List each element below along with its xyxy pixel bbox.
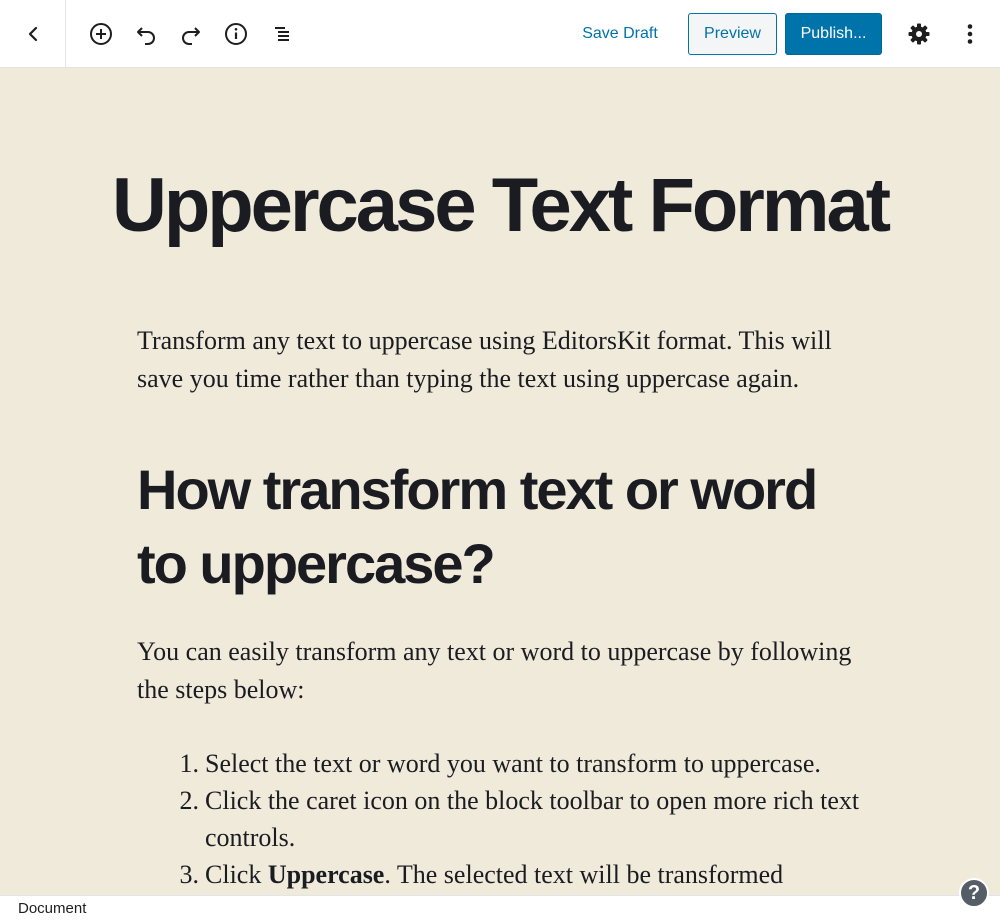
info-icon xyxy=(225,23,247,45)
list-item-rest: . The selected text will be transformed xyxy=(384,860,784,889)
editor-footer: Document xyxy=(0,895,1000,922)
list-item: 2. Click the caret icon on the block too… xyxy=(137,782,877,856)
plus-circle-icon xyxy=(90,23,112,45)
intro-paragraph[interactable]: Transform any text to uppercase using Ed… xyxy=(137,322,877,398)
redo-button[interactable] xyxy=(175,18,207,50)
redo-icon xyxy=(182,27,200,45)
undo-button[interactable] xyxy=(130,18,162,50)
settings-button[interactable] xyxy=(903,18,935,50)
undo-icon xyxy=(137,27,155,45)
section-heading[interactable]: How transform text or word to uppercase? xyxy=(137,453,877,601)
list-item-text: Click Uppercase. The selected text will … xyxy=(205,856,877,893)
more-options-button[interactable] xyxy=(954,18,986,50)
editor-toolbar: Save Draft Preview Publish... xyxy=(0,0,1000,68)
list-item: 1. Select the text or word you want to t… xyxy=(137,745,877,782)
list-number: 3. xyxy=(179,860,200,889)
block-navigation-button[interactable] xyxy=(266,18,298,50)
more-vertical-icon xyxy=(967,24,973,44)
publish-button[interactable]: Publish... xyxy=(785,13,882,55)
list-item-bold: Uppercase xyxy=(267,860,385,889)
lead-paragraph[interactable]: You can easily transform any text or wor… xyxy=(137,633,877,709)
preview-button[interactable]: Preview xyxy=(688,13,777,55)
list-item: 3. Click Uppercase. The selected text wi… xyxy=(137,856,877,893)
breadcrumb-document[interactable]: Document xyxy=(18,900,86,917)
add-block-button[interactable] xyxy=(85,18,117,50)
steps-list[interactable]: 1. Select the text or word you want to t… xyxy=(137,745,877,893)
list-item-text: Click the caret icon on the block toolba… xyxy=(205,786,860,852)
back-button[interactable] xyxy=(0,0,66,67)
help-icon[interactable]: ? xyxy=(959,878,989,908)
list-item-prefix: Click xyxy=(205,860,268,889)
editor-canvas: Uppercase Text Format Transform any text… xyxy=(0,68,1000,895)
list-number: 1. xyxy=(179,749,200,778)
save-draft-button[interactable]: Save Draft xyxy=(572,14,668,54)
post-title[interactable]: Uppercase Text Format xyxy=(0,166,1000,246)
gear-icon xyxy=(908,23,930,45)
chevron-left-icon xyxy=(28,26,37,41)
info-button[interactable] xyxy=(220,18,252,50)
list-item-text: Select the text or word you want to tran… xyxy=(205,749,821,778)
list-view-icon xyxy=(275,27,289,41)
list-number: 2. xyxy=(179,786,200,815)
